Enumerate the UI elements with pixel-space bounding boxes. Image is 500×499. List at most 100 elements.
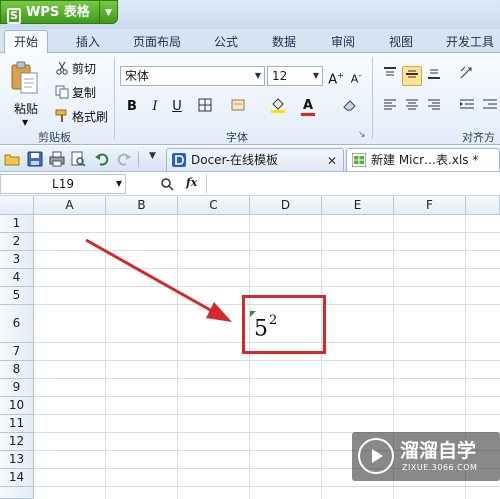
text-direction-button[interactable] bbox=[457, 66, 477, 86]
copy-button[interactable]: 复制 bbox=[55, 85, 96, 101]
tab-review[interactable]: 审阅 bbox=[331, 31, 355, 53]
grid-line bbox=[34, 268, 500, 269]
paste-button[interactable]: 粘贴 ▼ bbox=[6, 59, 44, 127]
ribbon-tab-bar: 开始 插入 页面布局 公式 数据 审阅 视图 开发工具 bbox=[0, 29, 500, 54]
align-left-button[interactable] bbox=[380, 97, 400, 117]
undo-icon[interactable] bbox=[94, 151, 110, 167]
column-header-f[interactable]: F bbox=[394, 196, 466, 215]
decrease-font-size-button[interactable]: A- bbox=[346, 66, 366, 86]
fill-color-button[interactable] bbox=[268, 97, 288, 117]
outdent-button[interactable] bbox=[480, 97, 500, 117]
copy-label: 复制 bbox=[72, 86, 97, 100]
row-header-2[interactable]: 2 bbox=[0, 233, 34, 251]
name-box-value: L19 bbox=[52, 177, 74, 191]
tab-view[interactable]: 视图 bbox=[389, 31, 413, 53]
open-folder-icon[interactable] bbox=[4, 151, 20, 167]
group-divider bbox=[114, 57, 115, 139]
row-header-4[interactable]: 4 bbox=[0, 269, 34, 287]
column-header-c[interactable]: C bbox=[178, 196, 250, 215]
select-all-corner[interactable] bbox=[0, 196, 34, 215]
grid-line bbox=[249, 215, 250, 499]
print-icon[interactable] bbox=[49, 151, 65, 167]
alignment-group-label: 对齐方 bbox=[462, 131, 495, 144]
insert-function-button[interactable]: fx bbox=[186, 176, 197, 189]
underline-button[interactable]: U bbox=[167, 97, 187, 117]
row-header-10[interactable]: 10 bbox=[0, 397, 34, 415]
align-middle-button[interactable] bbox=[402, 66, 422, 86]
row-header-12[interactable]: 12 bbox=[0, 433, 34, 451]
doc-tab-workbook[interactable]: 新建 Micr…表.xls * bbox=[346, 148, 500, 171]
grid-line bbox=[105, 215, 106, 499]
row-header-3[interactable]: 3 bbox=[0, 251, 34, 269]
row-header-13[interactable]: 13 bbox=[0, 451, 34, 469]
row-header-7[interactable]: 7 bbox=[0, 343, 34, 361]
tab-home[interactable]: 开始 bbox=[4, 30, 49, 54]
font-color-glyph: A bbox=[302, 98, 314, 113]
font-color-button[interactable]: A bbox=[298, 96, 318, 116]
align-center-button[interactable] bbox=[402, 97, 422, 117]
wps-app-menu-button[interactable]: S WPS 表格 ▼ bbox=[0, 0, 118, 24]
bold-button[interactable]: B bbox=[122, 97, 142, 117]
row-header-6[interactable]: 6 bbox=[0, 305, 34, 343]
font-color-swatch bbox=[301, 113, 315, 116]
font-size-value: 12 bbox=[272, 69, 288, 83]
redo-icon[interactable] bbox=[116, 151, 132, 167]
grid-line bbox=[321, 215, 322, 499]
tab-insert[interactable]: 插入 bbox=[76, 31, 100, 53]
align-bottom-icon bbox=[428, 69, 440, 79]
format-painter-icon bbox=[55, 109, 67, 122]
zoom-icon[interactable] bbox=[160, 177, 174, 191]
clipboard-group-label: 剪贴板 bbox=[38, 131, 71, 144]
borders-button[interactable] bbox=[195, 97, 215, 117]
row-header-1[interactable]: 1 bbox=[0, 215, 34, 233]
save-icon[interactable] bbox=[27, 151, 43, 167]
row-header-11[interactable]: 11 bbox=[0, 415, 34, 433]
tab-formulas[interactable]: 公式 bbox=[214, 31, 238, 53]
borders-icon bbox=[198, 98, 212, 112]
row-header-14[interactable]: 14 bbox=[0, 469, 34, 487]
formula-input[interactable] bbox=[206, 174, 500, 194]
chevron-down-icon: ▼ bbox=[254, 71, 261, 80]
row-header-15[interactable] bbox=[0, 487, 34, 499]
indent-button[interactable] bbox=[457, 97, 477, 117]
chevron-down-icon[interactable]: ▼ bbox=[99, 1, 117, 23]
grid-line bbox=[34, 286, 500, 287]
column-header-e[interactable]: E bbox=[322, 196, 394, 215]
tab-developer[interactable]: 开发工具 bbox=[446, 31, 494, 53]
customize-toolbar-chevron-icon[interactable]: ▼ bbox=[149, 151, 156, 161]
font-size-select[interactable]: 12 ▼ bbox=[267, 66, 323, 86]
align-bottom-button[interactable] bbox=[424, 66, 444, 86]
chevron-down-icon: ▼ bbox=[115, 179, 122, 188]
doc-tab-label: Docer-在线模板 bbox=[191, 153, 279, 167]
format-painter-button[interactable]: 格式刷 bbox=[55, 109, 108, 125]
doc-tab-docer[interactable]: Docer-在线模板 ✕ bbox=[166, 148, 344, 171]
row-header-5[interactable]: 5 bbox=[0, 287, 34, 305]
clear-format-button[interactable] bbox=[340, 97, 360, 117]
column-header-g[interactable] bbox=[466, 196, 500, 215]
cut-button[interactable]: 剪切 bbox=[55, 61, 96, 77]
column-header-d[interactable]: D bbox=[250, 196, 322, 215]
row-header-8[interactable]: 8 bbox=[0, 361, 34, 379]
tab-page-layout[interactable]: 页面布局 bbox=[133, 31, 181, 53]
row-header-9[interactable]: 9 bbox=[0, 379, 34, 397]
grid-line bbox=[34, 378, 500, 379]
font-dialog-launcher-icon[interactable]: ↘ bbox=[358, 127, 366, 143]
column-header-a[interactable]: A bbox=[34, 196, 106, 215]
increase-font-size-button[interactable]: A+ bbox=[326, 66, 346, 87]
title-bar: S WPS 表格 ▼ bbox=[0, 0, 500, 29]
column-header-b[interactable]: B bbox=[106, 196, 178, 215]
align-left-icon bbox=[384, 99, 396, 110]
italic-button[interactable]: I bbox=[145, 97, 165, 117]
align-top-button[interactable] bbox=[380, 66, 400, 86]
close-icon[interactable]: ✕ bbox=[327, 150, 337, 172]
format-painter-label: 格式刷 bbox=[72, 110, 109, 124]
font-family-select[interactable]: 宋体 ▼ bbox=[120, 66, 265, 86]
align-top-icon bbox=[384, 67, 396, 76]
name-box[interactable]: L19 ▼ bbox=[0, 174, 126, 194]
print-preview-icon[interactable] bbox=[70, 151, 86, 167]
align-right-button[interactable] bbox=[424, 97, 444, 117]
cut-label: 剪切 bbox=[72, 62, 97, 76]
text-direction-icon bbox=[460, 66, 472, 79]
tab-data[interactable]: 数据 bbox=[272, 31, 296, 53]
cell-style-button[interactable] bbox=[228, 97, 248, 117]
